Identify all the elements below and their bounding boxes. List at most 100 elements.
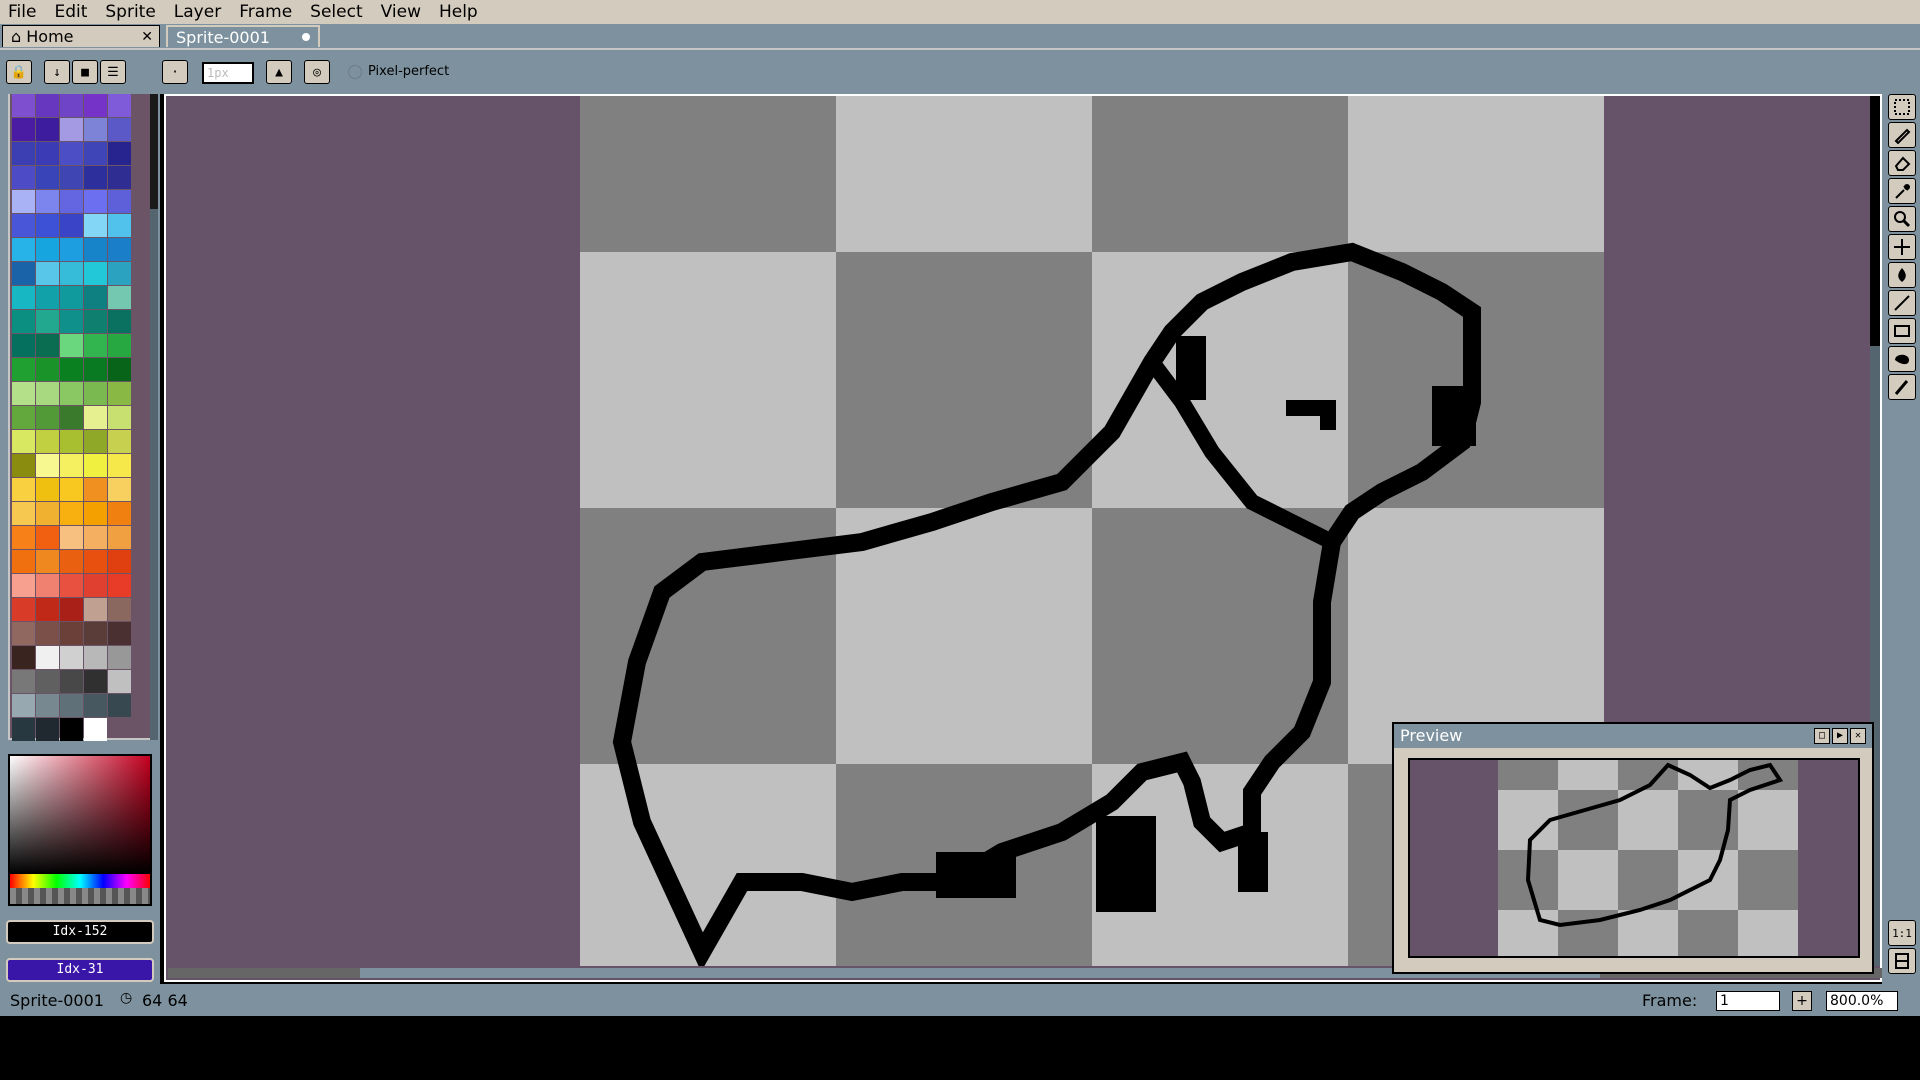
palette-swatch[interactable]	[12, 718, 35, 741]
palette-swatch[interactable]	[36, 262, 59, 285]
palette-swatch[interactable]	[60, 262, 83, 285]
palette-swatch[interactable]	[12, 670, 35, 693]
palette-swatch[interactable]	[60, 406, 83, 429]
palette-swatch[interactable]	[108, 598, 131, 621]
palette-swatch[interactable]	[60, 574, 83, 597]
palette-swatch[interactable]	[60, 550, 83, 573]
preview-canvas[interactable]	[1408, 758, 1860, 958]
add-frame-icon[interactable]: +	[1792, 991, 1812, 1011]
palette-swatch[interactable]	[36, 166, 59, 189]
zoom-input[interactable]: 800.0%	[1826, 991, 1898, 1011]
square-icon[interactable]: ■	[72, 60, 98, 84]
palette-swatch[interactable]	[60, 718, 83, 741]
play-icon[interactable]: ▶	[1832, 728, 1848, 744]
eraser-tool-icon[interactable]	[1888, 150, 1916, 176]
menu-help[interactable]: Help	[431, 0, 488, 24]
brush-size-input[interactable]: 1px	[202, 62, 254, 84]
palette-swatch[interactable]	[36, 358, 59, 381]
palette-swatch[interactable]	[12, 430, 35, 453]
palette-swatch[interactable]	[60, 358, 83, 381]
palette-swatch[interactable]	[12, 598, 35, 621]
palette-swatch[interactable]	[12, 238, 35, 261]
palette-swatch[interactable]	[84, 502, 107, 525]
palette-swatch[interactable]	[12, 166, 35, 189]
modified-dot-icon[interactable]	[302, 33, 310, 41]
palette-swatch[interactable]	[36, 142, 59, 165]
palette-swatch[interactable]	[60, 238, 83, 261]
palette-swatch[interactable]	[60, 310, 83, 333]
palette-swatch[interactable]	[84, 166, 107, 189]
palette-swatch[interactable]	[108, 406, 131, 429]
palette-swatch[interactable]	[84, 550, 107, 573]
palette-swatch[interactable]	[60, 526, 83, 549]
line-tool-icon[interactable]	[1888, 290, 1916, 316]
menu-frame[interactable]: Frame	[231, 0, 302, 24]
palette-swatch[interactable]	[84, 214, 107, 237]
palette-swatch[interactable]	[108, 382, 131, 405]
palette-swatch[interactable]	[12, 310, 35, 333]
palette-swatch[interactable]	[12, 118, 35, 141]
menu-layer[interactable]: Layer	[166, 0, 231, 24]
palette-swatch[interactable]	[36, 94, 59, 117]
color-selector[interactable]	[8, 754, 152, 906]
ink-icon[interactable]: ▲	[266, 60, 292, 84]
palette-scroll-thumb[interactable]	[150, 94, 158, 209]
preview-window[interactable]: Preview □ ▶ ✕	[1392, 722, 1874, 974]
palette-swatch[interactable]	[84, 382, 107, 405]
palette-swatch[interactable]	[84, 526, 107, 549]
palette-swatch[interactable]	[84, 478, 107, 501]
palette-swatch[interactable]	[36, 526, 59, 549]
palette-swatch[interactable]	[60, 190, 83, 213]
palette-swatch[interactable]	[36, 334, 59, 357]
palette-swatch[interactable]	[36, 622, 59, 645]
palette-swatch[interactable]	[108, 262, 131, 285]
palette-swatch[interactable]	[36, 478, 59, 501]
palette-swatch[interactable]	[84, 94, 107, 117]
palette-swatch[interactable]	[12, 286, 35, 309]
eyedropper-tool-icon[interactable]	[1888, 178, 1916, 204]
palette-swatch[interactable]	[36, 454, 59, 477]
brush-shape-icon[interactable]: ·	[162, 60, 188, 84]
palette-swatch[interactable]	[36, 382, 59, 405]
center-icon[interactable]: □	[1814, 728, 1830, 744]
palette-swatch[interactable]	[12, 334, 35, 357]
palette-swatch[interactable]	[84, 190, 107, 213]
palette-swatch[interactable]	[84, 454, 107, 477]
palette-swatch[interactable]	[84, 118, 107, 141]
palette-swatch[interactable]	[60, 454, 83, 477]
palette-swatch[interactable]	[108, 502, 131, 525]
palette-swatch[interactable]	[60, 382, 83, 405]
palette-swatch[interactable]	[12, 454, 35, 477]
opacity-icon[interactable]: ◎	[304, 60, 330, 84]
close-icon[interactable]: ✕	[141, 26, 153, 48]
menu-edit[interactable]: Edit	[46, 0, 97, 24]
palette-swatch[interactable]	[12, 502, 35, 525]
zoom-tool-icon[interactable]	[1888, 206, 1916, 232]
palette-swatch[interactable]	[60, 118, 83, 141]
palette-swatch[interactable]	[108, 574, 131, 597]
palette-swatch[interactable]	[12, 526, 35, 549]
palette-swatch[interactable]	[60, 334, 83, 357]
palette-swatch[interactable]	[36, 310, 59, 333]
menu-view[interactable]: View	[373, 0, 431, 24]
palette-swatch[interactable]	[84, 334, 107, 357]
rectangle-tool-icon[interactable]	[1888, 318, 1916, 344]
palette-swatch[interactable]	[108, 94, 131, 117]
palette-swatch[interactable]	[12, 550, 35, 573]
menu-file[interactable]: File	[0, 0, 46, 24]
preview-title-bar[interactable]: Preview	[1394, 724, 1872, 748]
palette-swatch[interactable]	[12, 94, 35, 117]
palette-swatch[interactable]	[84, 574, 107, 597]
lock-icon[interactable]: 🔒	[6, 60, 32, 84]
palette-scrollbar[interactable]	[150, 94, 158, 740]
palette-swatch[interactable]	[12, 406, 35, 429]
palette-swatch[interactable]	[108, 430, 131, 453]
palette-swatch[interactable]	[84, 622, 107, 645]
palette-swatch[interactable]	[36, 286, 59, 309]
palette-swatch[interactable]	[108, 238, 131, 261]
palette-swatch[interactable]	[12, 574, 35, 597]
palette-swatch[interactable]	[60, 286, 83, 309]
tab-home[interactable]: ⌂ Home ✕	[2, 25, 160, 47]
palette-swatch[interactable]	[12, 262, 35, 285]
palette-swatch[interactable]	[84, 646, 107, 669]
